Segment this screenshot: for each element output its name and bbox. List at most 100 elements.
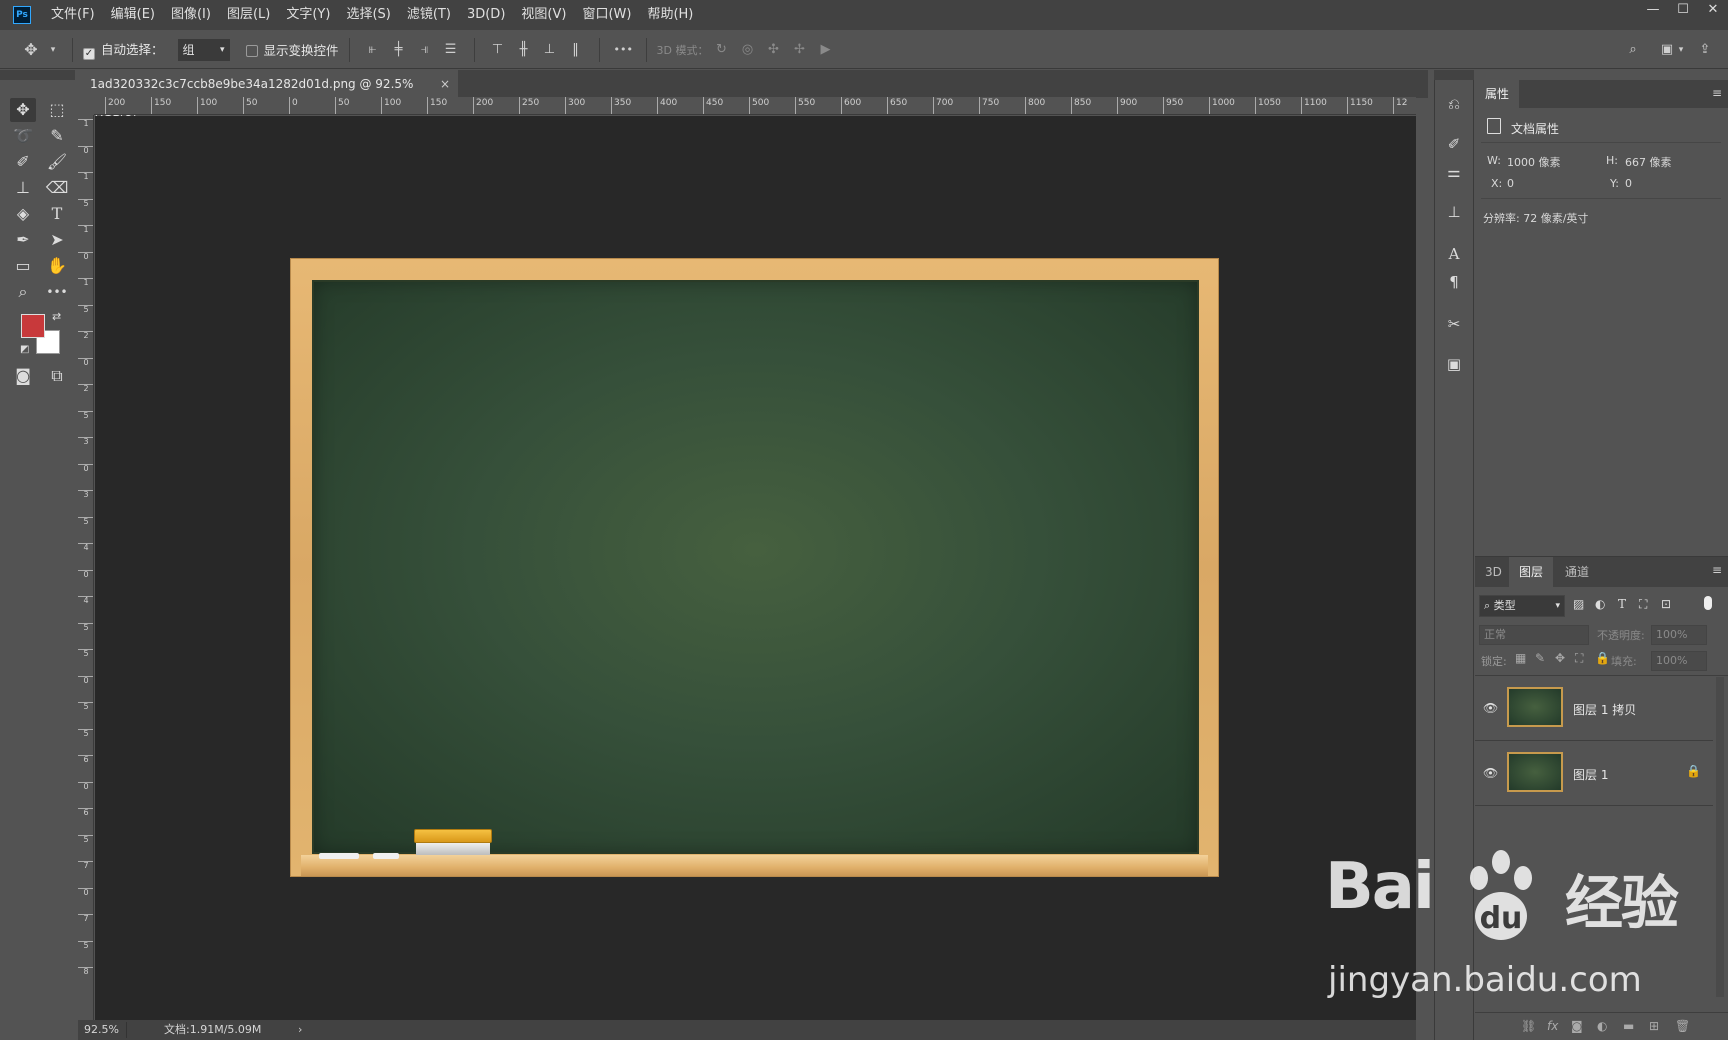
chevron-down-icon[interactable]: ▾ bbox=[48, 42, 58, 58]
align-vcenter-icon[interactable]: ╫ bbox=[515, 42, 533, 58]
filter-adjustment-icon[interactable]: ◐ bbox=[1595, 597, 1605, 611]
auto-select-checkbox[interactable]: ✓ 自动选择： bbox=[83, 39, 164, 60]
align-hcenter-icon[interactable]: ╪ bbox=[390, 42, 408, 58]
menu-image[interactable]: 图像(I) bbox=[163, 0, 219, 30]
menu-window[interactable]: 窗口(W) bbox=[574, 0, 639, 30]
zoom-level[interactable]: 92.5% bbox=[84, 1020, 119, 1040]
auto-select-dropdown[interactable]: 组 ▾ bbox=[177, 38, 230, 61]
history-panel-icon[interactable]: ⎌ bbox=[1442, 92, 1466, 116]
align-bottom-icon[interactable]: ⊥ bbox=[541, 42, 559, 58]
lock-transparent-icon[interactable]: ▦ bbox=[1515, 651, 1526, 665]
hand-tool-icon[interactable]: ✋ bbox=[44, 254, 70, 278]
move-tool-icon[interactable]: ✥ bbox=[10, 98, 36, 122]
lasso-tool-icon[interactable]: ➰ bbox=[10, 124, 36, 148]
link-layers-icon[interactable]: ⛓ bbox=[1521, 1019, 1536, 1033]
new-group-icon[interactable]: ▬ bbox=[1623, 1019, 1634, 1033]
add-mask-icon[interactable]: ◙ bbox=[1571, 1019, 1583, 1033]
paint-bucket-tool-icon[interactable]: ◈ bbox=[10, 202, 36, 226]
fx-icon[interactable]: fx bbox=[1547, 1019, 1558, 1033]
show-transform-checkbox[interactable]: 显示变换控件 bbox=[245, 40, 339, 59]
default-colors-icon[interactable]: ◩ bbox=[20, 344, 29, 355]
layer-row[interactable]: 👁 图层 1 拷贝 bbox=[1475, 677, 1713, 741]
panel-menu-icon[interactable]: ≡ bbox=[1712, 563, 1722, 577]
restore-button[interactable]: ☐ bbox=[1668, 0, 1698, 22]
tool-presets-icon[interactable]: ✂ bbox=[1442, 312, 1466, 336]
swap-colors-icon[interactable]: ⇄ bbox=[52, 310, 61, 323]
adjustments-icon[interactable]: ⚌ bbox=[1442, 160, 1466, 184]
clone-source-icon[interactable]: ⊥ bbox=[1442, 200, 1466, 224]
more-tools-icon[interactable]: ••• bbox=[44, 280, 70, 304]
vertical-ruler[interactable]: 1 0 1 5 1 0 1 5 2 0 2 5 3 0 3 5 4 0 4 5 5 0 5 5 6 0 6 5 7 0 7 5 8 bbox=[78, 115, 94, 1020]
filter-toggle-icon[interactable] bbox=[1704, 596, 1712, 610]
menu-select[interactable]: 选择(S) bbox=[338, 0, 398, 30]
align-top-icon[interactable]: ⊤ bbox=[489, 42, 507, 58]
paragraph-panel-icon[interactable]: ¶ bbox=[1442, 270, 1466, 294]
3d-pan-icon[interactable]: ✣ bbox=[765, 42, 783, 58]
chalkboard-image[interactable] bbox=[291, 259, 1218, 876]
menu-edit[interactable]: 编辑(E) bbox=[103, 0, 163, 30]
zoom-tool-icon[interactable]: ⌕ bbox=[10, 280, 36, 304]
3d-rotate-icon[interactable]: ↻ bbox=[713, 42, 731, 58]
brush-settings-icon[interactable]: ✐ bbox=[1442, 132, 1466, 156]
status-menu-arrow[interactable]: › bbox=[298, 1020, 302, 1040]
foreground-color-swatch[interactable] bbox=[21, 314, 45, 338]
eraser-tool-icon[interactable]: ⌫ bbox=[44, 176, 70, 200]
3d-slide-icon[interactable]: ✢ bbox=[791, 42, 809, 58]
menu-help[interactable]: 帮助(H) bbox=[639, 0, 701, 30]
eyedropper-tool-icon[interactable]: ✐ bbox=[10, 150, 36, 174]
tab-layers[interactable]: 图层 bbox=[1509, 557, 1554, 587]
rectangle-tool-icon[interactable]: ▭ bbox=[10, 254, 36, 278]
path-select-tool-icon[interactable]: ➤ bbox=[44, 228, 70, 252]
blend-mode-dropdown[interactable]: 正常 bbox=[1479, 625, 1589, 645]
more-options-icon[interactable]: ••• bbox=[614, 42, 633, 58]
menu-view[interactable]: 视图(V) bbox=[513, 0, 574, 30]
menu-layer[interactable]: 图层(L) bbox=[219, 0, 278, 30]
delete-layer-icon[interactable]: 🗑 bbox=[1675, 1019, 1690, 1033]
chevron-down-icon[interactable]: ▾ bbox=[1676, 42, 1686, 58]
stamp-tool-icon[interactable]: ⊥ bbox=[10, 176, 36, 200]
tab-channels[interactable]: 通道 bbox=[1555, 557, 1599, 587]
screen-mode-icon[interactable]: ⧉ bbox=[44, 364, 70, 388]
libraries-icon[interactable]: ▣ bbox=[1442, 352, 1466, 376]
quick-select-tool-icon[interactable]: ✎ bbox=[44, 124, 70, 148]
fill-input[interactable]: 100% bbox=[1651, 651, 1707, 671]
horizontal-ruler[interactable]: 200 150 100 50 0 50 100 150 200 250 300 350 400 450 50… bbox=[94, 97, 1416, 115]
eye-icon[interactable]: 👁 bbox=[1483, 701, 1498, 715]
layer-row[interactable]: 👁 图层 1 🔒 bbox=[1475, 742, 1713, 806]
character-panel-icon[interactable]: A bbox=[1442, 242, 1466, 266]
search-icon[interactable]: ⌕ bbox=[1624, 42, 1642, 58]
eye-icon[interactable]: 👁 bbox=[1483, 766, 1498, 780]
menu-3d[interactable]: 3D(D) bbox=[459, 0, 513, 30]
menu-file[interactable]: 文件(F) bbox=[43, 0, 103, 30]
distribute-vertical-icon[interactable]: ‖ bbox=[567, 42, 585, 58]
3d-camera-icon[interactable]: ▶ bbox=[817, 42, 835, 58]
move-tool-icon[interactable]: ✥ bbox=[22, 41, 40, 58]
adjustment-layer-icon[interactable]: ◐ bbox=[1597, 1019, 1607, 1033]
document-tab[interactable]: 1ad320332c3c7ccb8e9be34a1282d01d.png @ 9… bbox=[78, 70, 458, 119]
layers-scrollbar[interactable] bbox=[1716, 677, 1724, 997]
tab-properties[interactable]: 属性 bbox=[1475, 80, 1520, 108]
type-tool-icon[interactable]: T bbox=[44, 202, 70, 226]
filter-type-icon[interactable]: T bbox=[1618, 597, 1626, 611]
filter-pixel-icon[interactable]: ▨ bbox=[1573, 597, 1584, 611]
close-button[interactable]: ✕ bbox=[1698, 0, 1728, 22]
lock-artboard-icon[interactable]: ⛶ bbox=[1575, 651, 1583, 666]
layer-filter-dropdown[interactable]: ⌕ 类型 ▾ bbox=[1479, 595, 1565, 617]
menu-type[interactable]: 文字(Y) bbox=[278, 0, 338, 30]
lock-pixels-icon[interactable]: ✎ bbox=[1535, 651, 1545, 665]
marquee-tool-icon[interactable]: ⬚ bbox=[44, 98, 70, 122]
3d-roll-icon[interactable]: ◎ bbox=[739, 42, 757, 58]
pen-tool-icon[interactable]: ✒ bbox=[10, 228, 36, 252]
filter-smart-object-icon[interactable]: ⊡ bbox=[1661, 597, 1671, 611]
quick-mask-icon[interactable]: ◙ bbox=[10, 364, 36, 388]
brush-tool-icon[interactable]: 🖌 bbox=[44, 150, 70, 174]
filter-shape-icon[interactable]: ⛶ bbox=[1639, 597, 1647, 612]
lock-position-icon[interactable]: ✥ bbox=[1555, 651, 1565, 665]
tab-3d[interactable]: 3D bbox=[1475, 557, 1512, 587]
menu-filter[interactable]: 滤镜(T) bbox=[399, 0, 459, 30]
opacity-input[interactable]: 100% bbox=[1651, 625, 1707, 645]
minimize-button[interactable]: — bbox=[1638, 0, 1668, 22]
lock-all-icon[interactable]: 🔒 bbox=[1595, 651, 1610, 665]
share-icon[interactable]: ⇪ bbox=[1696, 42, 1714, 58]
distribute-icon[interactable]: ☰ bbox=[442, 42, 460, 58]
